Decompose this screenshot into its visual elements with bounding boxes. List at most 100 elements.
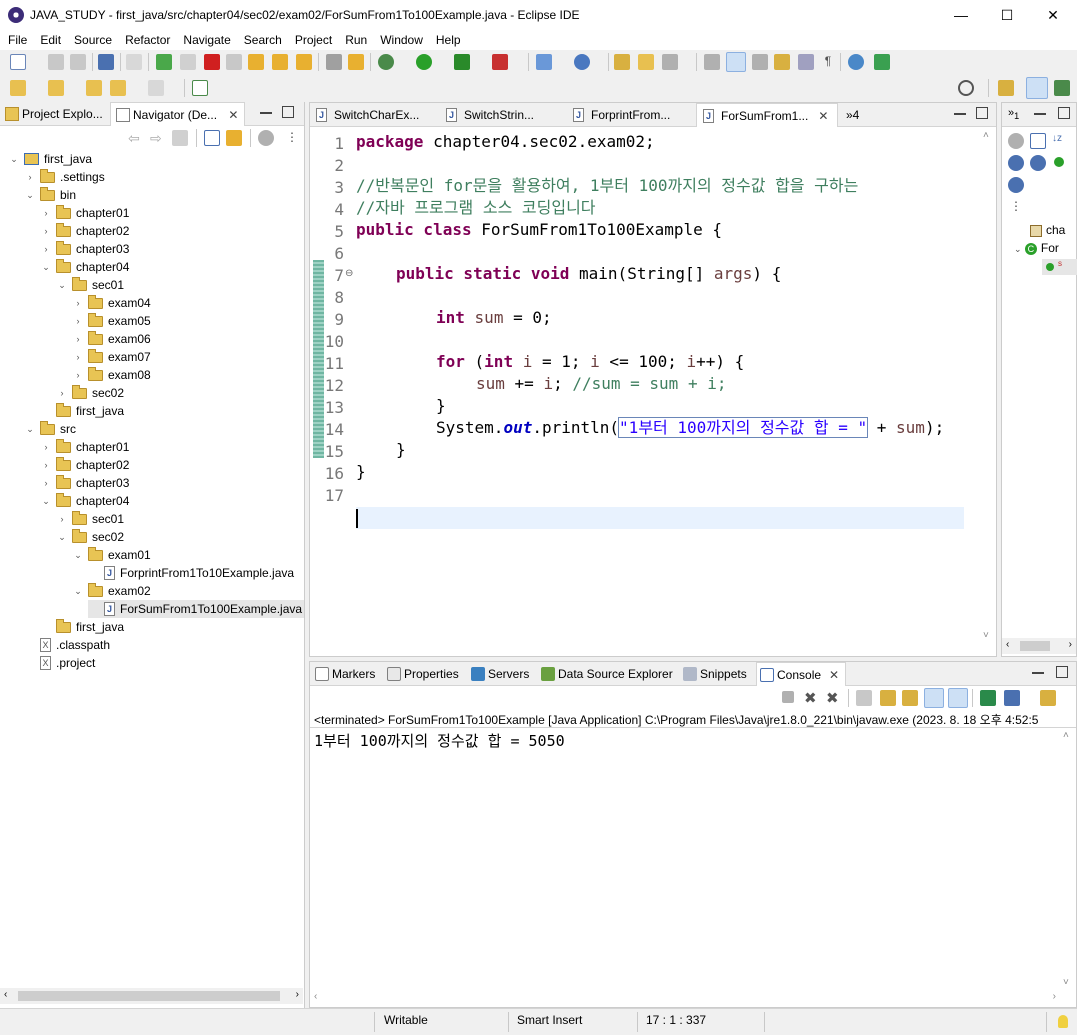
outline-class[interactable]: ⌄ C For (1014, 241, 1059, 255)
tree-item[interactable]: ⌄ exam02 (72, 582, 151, 600)
tree-item[interactable]: ⌄ sec02 (56, 528, 124, 546)
scroll-left-icon[interactable]: ‹ (1006, 639, 1009, 650)
use-step-filters-icon[interactable] (326, 54, 342, 70)
back-icon[interactable] (110, 80, 126, 96)
minimize-editor-icon[interactable] (954, 107, 966, 115)
open-console-icon[interactable] (98, 54, 114, 70)
chevron-right-icon[interactable]: › (40, 478, 52, 488)
terminate-icon[interactable] (204, 54, 220, 70)
menu-refactor[interactable]: Refactor (125, 33, 170, 47)
show-whitespace-icon[interactable]: ¶ (820, 54, 836, 70)
tab-console[interactable]: Console ✕ (756, 662, 847, 686)
forward-nav-icon[interactable]: ⇨ (150, 130, 166, 146)
collapse-all-icon[interactable] (204, 130, 220, 146)
new-java-project-icon[interactable] (536, 54, 552, 70)
tree-item[interactable]: ⌄ first_java (8, 150, 92, 168)
view-menu-icon[interactable]: ⋮ (284, 130, 300, 146)
chevron-down-icon[interactable]: ⌄ (24, 424, 36, 435)
filters-icon[interactable] (258, 130, 274, 146)
tree-item[interactable]: › exam06 (72, 330, 151, 348)
scroll-right-icon[interactable]: › (1069, 639, 1072, 650)
tab-snippets[interactable]: Snippets (680, 662, 747, 686)
tree-item[interactable]: ⌄ sec01 (56, 276, 124, 294)
maximize-view-icon[interactable] (282, 106, 294, 118)
tree-item[interactable]: › chapter03 (40, 474, 129, 492)
menu-edit[interactable]: Edit (40, 33, 61, 47)
minimize-console-icon[interactable] (1032, 666, 1044, 674)
close-button[interactable]: ✕ (1030, 0, 1076, 30)
outline-tab-overflow[interactable]: »1 (1008, 107, 1019, 121)
forward-icon[interactable] (148, 80, 164, 96)
external-tools-icon[interactable] (492, 54, 508, 70)
tab-data-source-explorer[interactable]: Data Source Explorer (538, 662, 673, 686)
up-nav-icon[interactable] (172, 130, 188, 146)
minimize-view-icon[interactable] (260, 106, 272, 114)
tree-item[interactable]: › chapter02 (40, 222, 129, 240)
scroll-left-icon[interactable]: ‹ (314, 991, 317, 1002)
run-icon[interactable] (416, 54, 432, 70)
console-vscrollbar[interactable]: ˄ ˅ (1060, 728, 1076, 990)
tree-item[interactable]: › chapter01 (40, 204, 129, 222)
open-type-icon[interactable] (614, 54, 630, 70)
fold-collapse-icon[interactable]: ⊖ (345, 268, 353, 279)
chevron-down-icon[interactable]: ⌄ (40, 262, 52, 273)
maximize-console-icon[interactable] (1056, 666, 1068, 678)
scroll-down-icon[interactable]: ˅ (1063, 977, 1069, 988)
tree-item[interactable]: › exam05 (72, 312, 151, 330)
next-annotation-icon[interactable] (774, 54, 790, 70)
tree-item[interactable]: › chapter01 (40, 438, 129, 456)
show-on-stderr-icon[interactable] (948, 688, 968, 708)
step-into-icon[interactable] (248, 54, 264, 70)
menu-search[interactable]: Search (244, 33, 282, 47)
hide-local-types-icon[interactable] (1008, 177, 1024, 193)
collapse-outline-icon[interactable] (1030, 133, 1046, 149)
chevron-down-icon[interactable]: ⌄ (72, 550, 84, 561)
tree-item[interactable]: J ForprintFrom1To10Example.java (88, 564, 294, 582)
outline-hscroll-thumb[interactable] (1020, 641, 1050, 651)
chevron-right-icon[interactable]: › (72, 334, 84, 344)
hide-static-icon[interactable] (1030, 155, 1046, 171)
save-icon[interactable] (48, 54, 64, 70)
search-icon[interactable] (958, 80, 974, 96)
clear-console-icon[interactable] (856, 690, 872, 706)
chevron-right-icon[interactable]: › (24, 172, 36, 182)
scroll-up-icon[interactable]: ˄ (983, 130, 989, 141)
console-hscrollbar[interactable]: ‹ › (310, 990, 1076, 1006)
outline-hscrollbar[interactable]: ‹ › (1002, 638, 1076, 654)
display-console-icon[interactable] (1004, 690, 1020, 706)
tab-servers[interactable]: Servers (468, 662, 529, 686)
back-nav-icon[interactable]: ⇦ (128, 130, 144, 146)
chevron-right-icon[interactable]: › (56, 514, 68, 524)
open-perspective-icon[interactable] (998, 80, 1014, 96)
disconnect-icon[interactable] (226, 54, 242, 70)
tree-item[interactable]: J ForSumFrom1To100Example.java (88, 600, 305, 618)
tab-switchstrin[interactable]: J SwitchStrin... (440, 103, 567, 127)
scroll-left-icon[interactable]: ‹ (4, 989, 7, 1000)
tab-navigator[interactable]: Navigator (De... ✕ (110, 102, 246, 126)
chevron-down-icon[interactable]: ⌄ (72, 586, 84, 597)
chevron-down-icon[interactable]: ⌄ (8, 154, 20, 165)
menu-window[interactable]: Window (380, 33, 423, 47)
chevron-right-icon[interactable]: › (72, 370, 84, 380)
outline-package[interactable]: cha (1030, 223, 1065, 237)
resume-icon[interactable] (156, 54, 172, 70)
chevron-right-icon[interactable]: › (40, 226, 52, 236)
drop-to-frame-icon[interactable] (348, 54, 364, 70)
scroll-lock-icon[interactable] (880, 690, 896, 706)
chevron-down-icon[interactable]: ⌄ (56, 280, 68, 291)
chevron-right-icon[interactable]: › (56, 388, 68, 398)
chevron-right-icon[interactable]: › (40, 244, 52, 254)
menu-project[interactable]: Project (295, 33, 332, 47)
skip-breakpoints-icon[interactable] (126, 54, 142, 70)
tree-item[interactable]: ⌄ bin (24, 186, 76, 204)
next-edit-icon[interactable] (10, 80, 26, 96)
maximize-button[interactable]: ☐ (984, 0, 1030, 30)
tip-lightbulb-icon[interactable] (1058, 1015, 1068, 1028)
tab-overflow[interactable]: »4 (842, 103, 859, 127)
open-task-icon[interactable] (638, 54, 654, 70)
last-edit-location-icon[interactable] (86, 80, 102, 96)
close-icon[interactable]: ✕ (829, 668, 839, 682)
word-wrap-icon[interactable] (902, 690, 918, 706)
tree-item[interactable]: ⌄ chapter04 (40, 258, 129, 276)
tree-item[interactable]: › chapter03 (40, 240, 129, 258)
